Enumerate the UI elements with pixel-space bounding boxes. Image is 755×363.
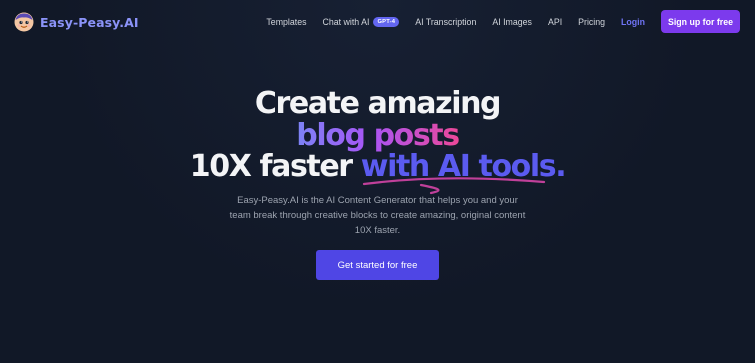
hero-gradient-text: blog posts [296, 118, 460, 153]
nav-api-link[interactable]: API [548, 17, 562, 27]
hero-line3-prefix: 10X faster [189, 149, 353, 184]
signup-button[interactable]: Sign up for free [660, 10, 740, 33]
landing-page: Easy-Peasy.AI Templates Chat with AI GPT… [0, 0, 755, 363]
nav-pricing-link[interactable]: Pricing [578, 17, 605, 27]
nav-templates-link[interactable]: Templates [266, 17, 306, 27]
nav-chat-label: Chat with AI [322, 16, 370, 27]
scribble-underline [362, 177, 546, 195]
get-started-button[interactable]: Get started for free [316, 250, 439, 280]
top-navigation: Easy-Peasy.AI Templates Chat with AI GPT… [0, 0, 755, 44]
mascot-face-icon [14, 12, 34, 32]
nav-links: Templates Chat with AI GPT-4 AI Transcri… [266, 10, 740, 33]
gpt4-badge: GPT-4 [373, 16, 400, 27]
nav-ai-transcription-link[interactable]: AI Transcription [415, 17, 476, 27]
hero-description: Easy-Peasy.AI is the AI Content Generato… [229, 195, 526, 236]
brand-logo[interactable]: Easy-Peasy.AI [14, 12, 139, 32]
hero-title-line-1: Create amazing [254, 86, 502, 121]
brand-name: Easy-Peasy.AI [40, 14, 139, 30]
hero-title-line-2: blog posts [0, 121, 755, 151]
login-link[interactable]: Login [621, 17, 645, 27]
nav-chat-with-ai-link[interactable]: Chat with AI GPT-4 [322, 16, 400, 27]
nav-ai-images-link[interactable]: AI Images [492, 17, 532, 27]
